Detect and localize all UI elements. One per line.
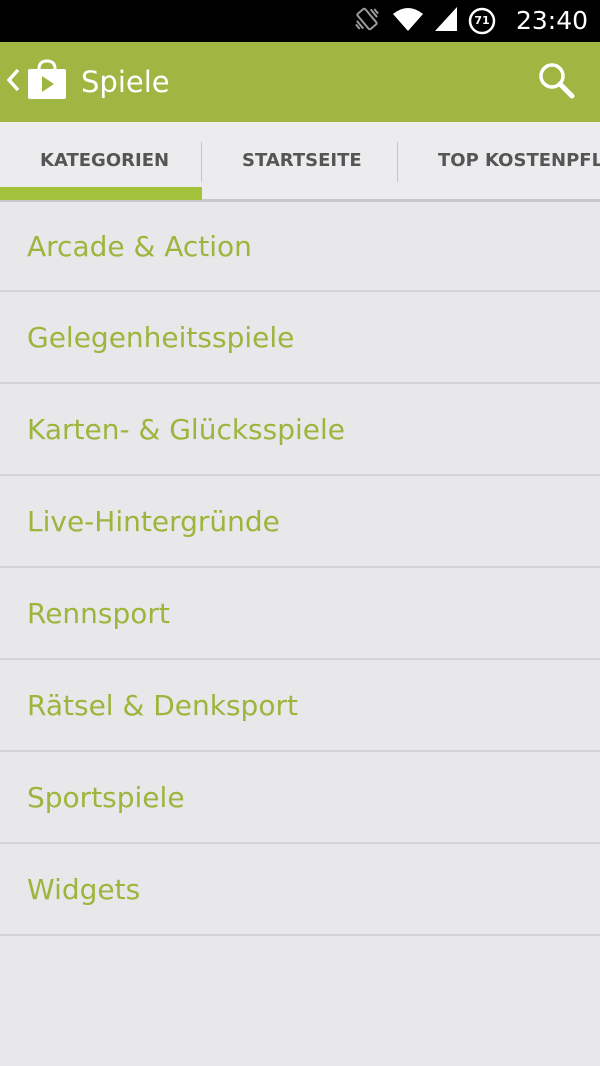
search-icon	[536, 60, 576, 104]
status-icons: 71	[352, 7, 496, 35]
play-store-bag-icon	[26, 59, 68, 105]
tab-top-kostenpflichtig[interactable]: TOP KOSTENPFLI	[438, 122, 600, 199]
tab-divider	[397, 142, 398, 182]
category-rennsport[interactable]: Rennsport	[0, 568, 600, 660]
status-bar: 71 23:40	[0, 0, 600, 42]
category-sportspiele[interactable]: Sportspiele	[0, 752, 600, 844]
category-gelegenheitsspiele[interactable]: Gelegenheitsspiele	[0, 292, 600, 384]
wifi-icon	[392, 6, 424, 36]
vibrate-icon	[352, 4, 382, 38]
category-widgets[interactable]: Widgets	[0, 844, 600, 936]
battery-level: 71	[474, 14, 490, 27]
back-chevron-icon	[6, 68, 20, 96]
action-bar: Spiele	[0, 42, 600, 122]
up-button[interactable]	[0, 42, 76, 122]
tab-startseite[interactable]: STARTSEITE	[242, 122, 362, 199]
tab-divider	[201, 142, 202, 182]
category-list: Arcade & Action Gelegenheitsspiele Karte…	[0, 202, 600, 936]
battery-71-icon: 71	[468, 7, 496, 35]
status-clock: 23:40	[515, 6, 588, 35]
category-live-hintergruende[interactable]: Live-Hintergründe	[0, 476, 600, 568]
search-button[interactable]	[528, 54, 584, 110]
signal-icon	[434, 6, 458, 36]
selected-tab-indicator	[0, 187, 202, 200]
category-arcade-action[interactable]: Arcade & Action	[0, 202, 600, 292]
page-title: Spiele	[81, 65, 170, 99]
category-karten-gluecksspiele[interactable]: Karten- & Glücksspiele	[0, 384, 600, 476]
category-raetsel-denksport[interactable]: Rätsel & Denksport	[0, 660, 600, 752]
